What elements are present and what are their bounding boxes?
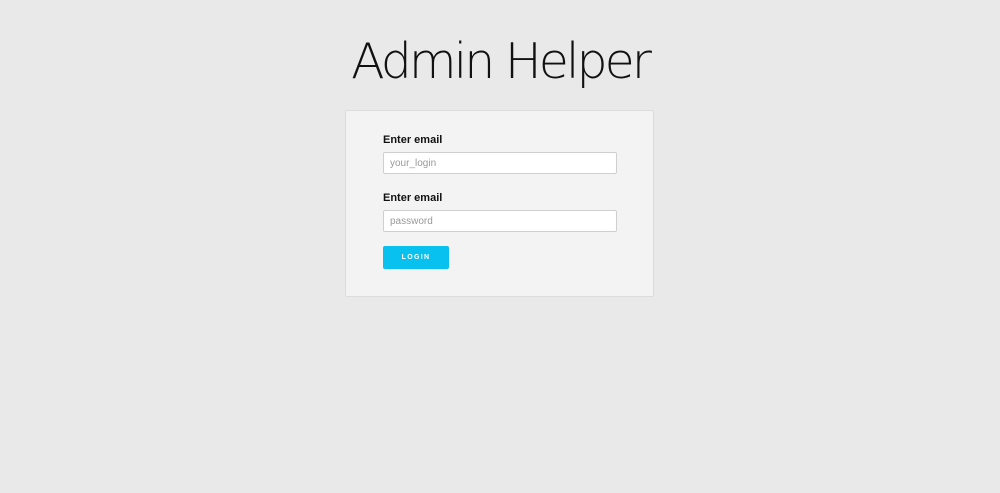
login-card: Enter email Enter email LOGIN	[345, 110, 654, 297]
password-field[interactable]	[383, 210, 617, 232]
email-field[interactable]	[383, 152, 617, 174]
login-button[interactable]: LOGIN	[383, 246, 449, 269]
email-label: Enter email	[383, 134, 443, 146]
page-title: Admin Helper	[351, 33, 652, 90]
password-label: Enter email	[383, 192, 443, 204]
